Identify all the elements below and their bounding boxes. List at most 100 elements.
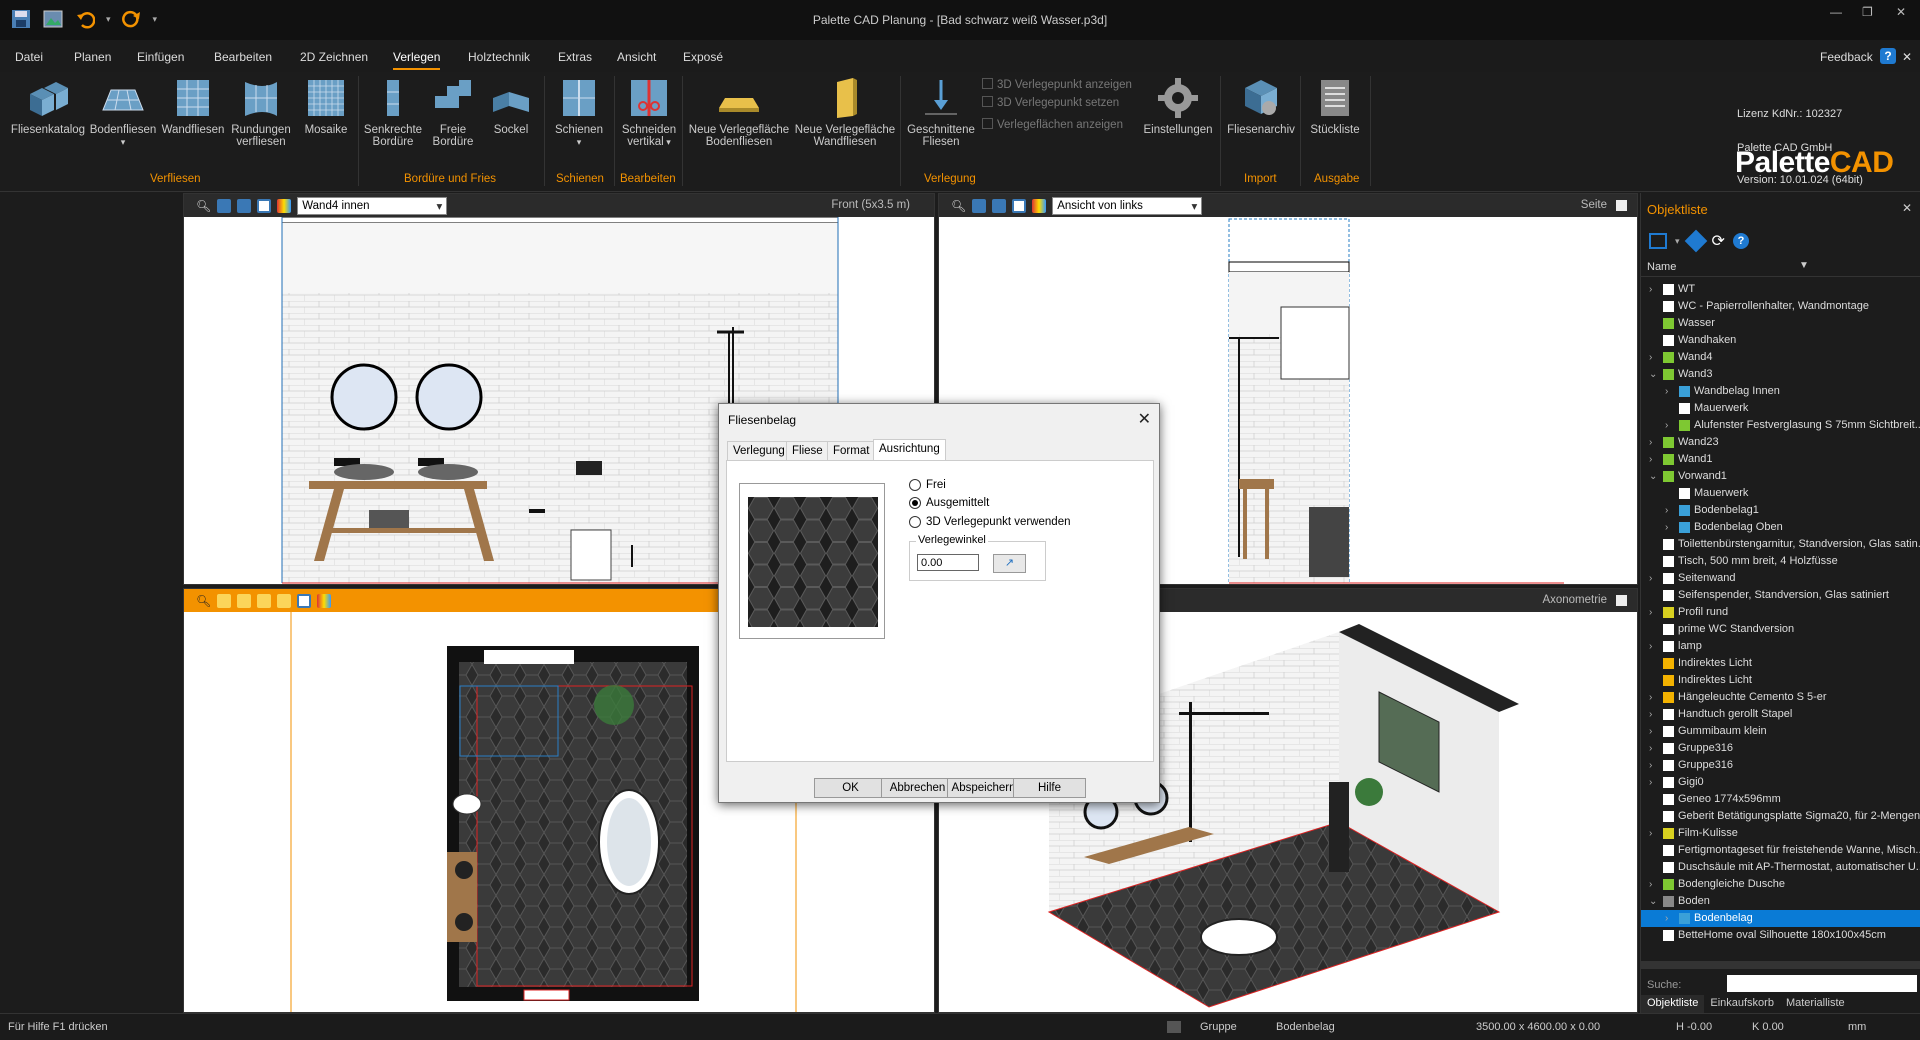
radio-3d-verlegepunkt[interactable]: 3D Verlegepunkt verwenden — [909, 516, 1071, 528]
fliesenarchiv-button[interactable]: Fliesenarchiv — [1224, 76, 1298, 136]
tab-materialliste[interactable]: Materialliste — [1780, 995, 1851, 1013]
tab-fliese[interactable]: Fliese — [786, 441, 829, 461]
tab-ausrichtung[interactable]: Ausrichtung — [873, 439, 946, 461]
object-list-item[interactable]: ⌄ Wand3 — [1641, 366, 1920, 383]
layer-icon[interactable] — [277, 593, 292, 608]
object-list-item[interactable]: › Bodenbelag Oben — [1641, 519, 1920, 536]
menu-planen[interactable]: Planen — [74, 50, 111, 64]
color-cube-icon[interactable] — [317, 593, 332, 608]
menu-expose[interactable]: Exposé — [683, 50, 723, 64]
schneiden-vertikal-button[interactable]: Schneiden vertikal ▾ — [618, 76, 680, 148]
expanded-chevron-icon[interactable]: ⌄ — [1649, 893, 1657, 910]
collapsed-chevron-icon[interactable]: › — [1649, 825, 1652, 842]
collapsed-chevron-icon[interactable]: › — [1649, 451, 1652, 468]
object-list-item[interactable]: › Bodenbelag — [1641, 910, 1920, 927]
tab-verlegung[interactable]: Verlegung — [727, 441, 791, 461]
stueckliste-button[interactable]: Stückliste — [1304, 76, 1366, 136]
menu-bearbeiten[interactable]: Bearbeiten — [214, 50, 272, 64]
schienen-button[interactable]: Schienen ▾ — [548, 76, 610, 148]
wandfliesen-button[interactable]: Wandfliesen — [158, 76, 228, 136]
viewport-side-checkbox[interactable] — [1616, 200, 1627, 211]
layer-icon[interactable] — [257, 593, 272, 608]
collapsed-chevron-icon[interactable]: › — [1649, 774, 1652, 791]
sockel-button[interactable]: Sockel — [482, 76, 540, 136]
menu-ansicht[interactable]: Ansicht — [617, 50, 656, 64]
zoom-icon[interactable]: 🔍︎ — [951, 199, 966, 213]
neue-verlegeflaeche-boden-button[interactable]: Neue Verlegefläche Bodenfliesen — [686, 76, 792, 148]
help-icon[interactable]: ? — [1880, 48, 1896, 64]
collapsed-chevron-icon[interactable]: › — [1649, 740, 1652, 757]
object-list-item[interactable]: › Wand4 — [1641, 349, 1920, 366]
box-view-icon[interactable] — [1012, 198, 1027, 213]
object-list-item[interactable]: ⌄ Vorwand1 — [1641, 468, 1920, 485]
close-panel-icon[interactable]: ✕ — [1902, 201, 1912, 215]
object-tree[interactable]: › WT WC - Papierrollenhalter, Wandmontage W… — [1641, 281, 1920, 944]
collapsed-chevron-icon[interactable]: › — [1649, 349, 1652, 366]
tab-format[interactable]: Format — [827, 441, 876, 461]
column-header[interactable]: Name ▼ — [1641, 259, 1920, 277]
object-list-item[interactable]: BetteHome oval Silhouette 180x100x45cm — [1641, 927, 1920, 944]
collapsed-chevron-icon[interactable]: › — [1649, 706, 1652, 723]
color-cube-icon[interactable] — [277, 198, 292, 213]
object-list-item[interactable]: Duschsäule mit AP-Thermostat, automatisc… — [1641, 859, 1920, 876]
collapsed-chevron-icon[interactable]: › — [1665, 519, 1668, 536]
object-list-item[interactable]: › Hängeleuchte Cemento S 5-er — [1641, 689, 1920, 706]
tab-einkaufskorb[interactable]: Einkaufskorb — [1704, 995, 1780, 1013]
object-list-item[interactable]: › Wand23 — [1641, 434, 1920, 451]
tab-objektliste[interactable]: Objektliste — [1641, 995, 1705, 1013]
object-list-item[interactable]: Fertigmontageset für freistehende Wanne,… — [1641, 842, 1920, 859]
layer-icon[interactable] — [217, 593, 232, 608]
menu-extras[interactable]: Extras — [558, 50, 592, 64]
tag-icon[interactable] — [1684, 229, 1707, 253]
object-list-item[interactable]: › Gummibaum klein — [1641, 723, 1920, 740]
fliesenkatalog-button[interactable]: Fliesenkatalog — [8, 76, 88, 136]
close-document-button[interactable]: ✕ — [1902, 50, 1912, 64]
object-list-item[interactable]: Mauerwerk — [1641, 400, 1920, 417]
rundungen-verfliesen-button[interactable]: Rundungen verfliesen — [226, 76, 296, 148]
checklist-dropdown-icon[interactable]: ▾ — [1675, 236, 1680, 247]
collapsed-chevron-icon[interactable]: › — [1649, 281, 1652, 298]
object-list-item[interactable]: Geneo 1774x596mm — [1641, 791, 1920, 808]
radio-frei[interactable]: Frei — [909, 479, 946, 491]
menu-einfuegen[interactable]: Einfügen — [137, 50, 184, 64]
senkrechte-bordure-button[interactable]: Senkrechte Bordüre — [362, 76, 424, 148]
checkbox-3d-verlegepunkt-anzeigen[interactable]: 3D Verlegepunkt anzeigen — [982, 78, 1132, 91]
view-icon[interactable] — [217, 198, 232, 213]
object-list-item[interactable]: › Wandbelag Innen — [1641, 383, 1920, 400]
schienen-dropdown-icon[interactable]: ▾ — [577, 137, 582, 147]
collapsed-chevron-icon[interactable]: › — [1649, 689, 1652, 706]
neue-verlegeflaeche-wand-button[interactable]: Neue Verlegefläche Wandfliesen — [792, 76, 898, 148]
menu-verlegen[interactable]: Verlegen — [393, 50, 441, 70]
layer-icon[interactable] — [237, 593, 252, 608]
restore-button[interactable]: ❐ — [1862, 5, 1873, 19]
mosaike-button[interactable]: Mosaike — [296, 76, 356, 136]
zoom-icon[interactable]: 🔍︎ — [196, 594, 211, 608]
object-list-item[interactable]: › Gruppe316 — [1641, 740, 1920, 757]
object-list-item[interactable]: › Gigi0 — [1641, 774, 1920, 791]
object-list-item[interactable]: › Seitenwand — [1641, 570, 1920, 587]
collapsed-chevron-icon[interactable]: › — [1665, 417, 1668, 434]
color-cube-icon[interactable] — [1032, 198, 1047, 213]
collapsed-chevron-icon[interactable]: › — [1649, 604, 1652, 621]
collapsed-chevron-icon[interactable]: › — [1665, 502, 1668, 519]
collapsed-chevron-icon[interactable]: › — [1649, 638, 1652, 655]
object-list-item[interactable]: › Handtuch gerollt Stapel — [1641, 706, 1920, 723]
view-select-side[interactable]: Ansicht von links — [1052, 196, 1203, 215]
search-input[interactable] — [1727, 975, 1917, 992]
collapsed-chevron-icon[interactable]: › — [1665, 910, 1668, 927]
view-select-front[interactable]: Wand4 innen — [297, 196, 448, 215]
object-list-item[interactable]: › Wand1 — [1641, 451, 1920, 468]
collapsed-chevron-icon[interactable]: › — [1649, 757, 1652, 774]
object-list-item[interactable]: Indirektes Licht — [1641, 672, 1920, 689]
object-list-item[interactable]: Seifenspender, Standversion, Glas satini… — [1641, 587, 1920, 604]
geschnittene-fliesen-button[interactable]: Geschnittene Fliesen — [904, 76, 978, 148]
object-list-item[interactable]: Wasser — [1641, 315, 1920, 332]
object-list-item[interactable]: Toilettenbürstengarnitur, Standversion, … — [1641, 536, 1920, 553]
help-icon[interactable]: ? — [1732, 233, 1749, 249]
object-list-item[interactable]: Mauerwerk — [1641, 485, 1920, 502]
horizontal-scrollbar[interactable] — [1641, 961, 1920, 969]
menu-2d-zeichnen[interactable]: 2D Zeichnen — [300, 50, 368, 64]
object-list-item[interactable]: Tisch, 500 mm breit, 4 Holzfüsse — [1641, 553, 1920, 570]
ok-button[interactable]: OK — [814, 778, 887, 798]
viewport-axo-checkbox[interactable] — [1616, 595, 1627, 606]
